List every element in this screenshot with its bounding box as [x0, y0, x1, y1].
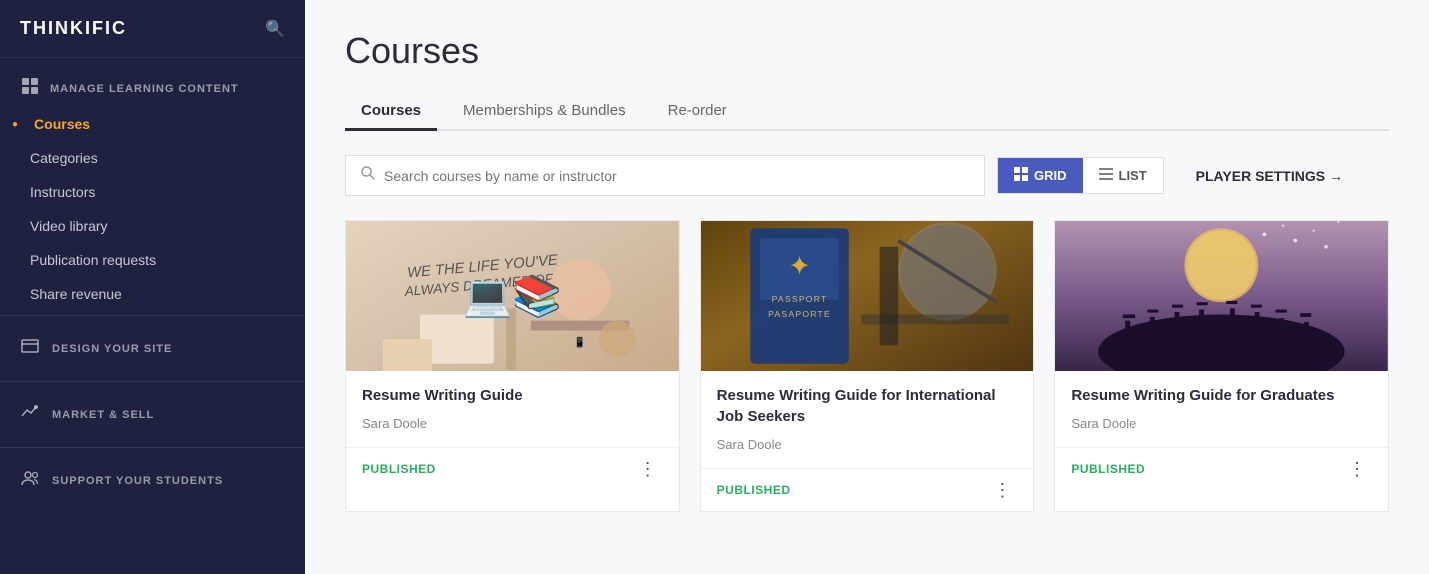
course-2-footer: PUBLISHED ⋮	[701, 468, 1034, 511]
search-input[interactable]	[384, 168, 970, 184]
course-thumbnail-2: ✦ PASSPORT PASAPORTE	[701, 221, 1034, 371]
course-1-footer: PUBLISHED ⋮	[346, 447, 679, 490]
support-icon	[20, 468, 40, 493]
course-card-3[interactable]: Resume Writing Guide for Graduates Sara …	[1054, 220, 1389, 512]
course-1-author: Sara Doole	[362, 416, 663, 431]
list-icon	[1099, 167, 1113, 184]
grid-view-button[interactable]: GRID	[998, 158, 1083, 193]
tabs-bar: Courses Memberships & Bundles Re-order	[345, 92, 1389, 131]
courses-label: Courses	[34, 116, 90, 132]
sidebar-search-icon[interactable]: 🔍	[265, 19, 285, 39]
sidebar-item-publication-requests[interactable]: Publication requests	[0, 243, 305, 277]
categories-label: Categories	[30, 150, 98, 166]
market-sell-section[interactable]: MARKET & SELL	[0, 386, 305, 443]
main-content: Courses + NEW COURSE Courses Memberships…	[305, 0, 1429, 574]
support-students-section[interactable]: SUPPORT YOUR STUDENTS	[0, 452, 305, 509]
sidebar-item-instructors[interactable]: Instructors	[0, 175, 305, 209]
toolbar-row: GRID LIST PLAYER SETTINGS →	[345, 155, 1389, 196]
tab-reorder[interactable]: Re-order	[652, 92, 743, 129]
courses-grid: WE THE LIFE YOU'VE ALWAYS DREAMED OF 📱 R…	[345, 220, 1389, 512]
tab-memberships[interactable]: Memberships & Bundles	[447, 92, 642, 129]
course-2-title: Resume Writing Guide for International J…	[717, 385, 1018, 427]
tab-courses[interactable]: Courses	[345, 92, 437, 129]
course-3-author: Sara Doole	[1071, 416, 1372, 431]
course-2-info: Resume Writing Guide for International J…	[701, 371, 1034, 464]
course-thumbnail-1: WE THE LIFE YOU'VE ALWAYS DREAMED OF 📱	[346, 221, 679, 371]
manage-learning-section: MANAGE LEARNING CONTENT	[0, 58, 305, 107]
manage-learning-section-label: MANAGE LEARNING CONTENT	[50, 83, 239, 95]
video-library-label: Video library	[30, 218, 108, 234]
course-3-title: Resume Writing Guide for Graduates	[1071, 385, 1372, 406]
svg-text:✦: ✦	[788, 250, 811, 281]
course-1-status: PUBLISHED	[362, 462, 436, 476]
course-1-info: Resume Writing Guide Sara Doole	[346, 371, 679, 443]
course-3-status: PUBLISHED	[1071, 462, 1145, 476]
course-card-1[interactable]: WE THE LIFE YOU'VE ALWAYS DREAMED OF 📱 R…	[345, 220, 680, 512]
sidebar-item-video-library[interactable]: Video library	[0, 209, 305, 243]
publication-requests-label: Publication requests	[30, 252, 156, 268]
list-label: LIST	[1119, 168, 1147, 183]
course-1-more-button[interactable]: ⋮	[633, 458, 663, 480]
course-3-footer: PUBLISHED ⋮	[1055, 447, 1388, 490]
grid-label: GRID	[1034, 168, 1067, 183]
svg-text:PASAPORTE: PASAPORTE	[768, 309, 831, 319]
player-settings-link[interactable]: PLAYER SETTINGS →	[1196, 168, 1343, 184]
course-card-2[interactable]: ✦ PASSPORT PASAPORTE Resume Writing Guid…	[700, 220, 1035, 512]
course-3-more-button[interactable]: ⋮	[1342, 458, 1372, 480]
page-title: Courses	[345, 30, 479, 72]
support-students-label: SUPPORT YOUR STUDENTS	[52, 475, 223, 487]
search-icon	[360, 165, 376, 186]
course-2-author: Sara Doole	[717, 437, 1018, 452]
design-your-site-label: DESIGN YOUR SITE	[52, 343, 172, 355]
logo-text: THINKIFIC	[20, 18, 127, 39]
svg-text:📱: 📱	[574, 336, 586, 348]
svg-text:PASSPORT: PASSPORT	[771, 294, 827, 304]
course-1-title: Resume Writing Guide	[362, 385, 663, 406]
design-icon	[20, 336, 40, 361]
sidebar-logo-area: THINKIFIC 🔍	[0, 0, 305, 58]
instructors-label: Instructors	[30, 184, 95, 200]
view-toggle: GRID LIST	[997, 157, 1164, 194]
course-thumbnail-3	[1055, 221, 1388, 371]
market-sell-label: MARKET & SELL	[52, 409, 154, 421]
market-icon	[20, 402, 40, 427]
sidebar-item-categories[interactable]: Categories	[0, 141, 305, 175]
manage-learning-label: MANAGE LEARNING CONTENT	[20, 76, 285, 101]
sidebar-item-share-revenue[interactable]: Share revenue	[0, 277, 305, 311]
course-2-status: PUBLISHED	[717, 483, 791, 497]
search-box	[345, 155, 985, 196]
grid-icon	[1014, 167, 1028, 184]
design-your-site-section[interactable]: DESIGN YOUR SITE	[0, 320, 305, 377]
course-3-info: Resume Writing Guide for Graduates Sara …	[1055, 371, 1388, 443]
manage-learning-icon	[20, 76, 40, 101]
sidebar: THINKIFIC 🔍 MANAGE LEARNING CONTENT Cour…	[0, 0, 305, 574]
list-view-button[interactable]: LIST	[1083, 158, 1163, 193]
sidebar-item-courses[interactable]: Courses	[0, 107, 305, 141]
share-revenue-label: Share revenue	[30, 286, 122, 302]
course-2-more-button[interactable]: ⋮	[987, 479, 1017, 501]
